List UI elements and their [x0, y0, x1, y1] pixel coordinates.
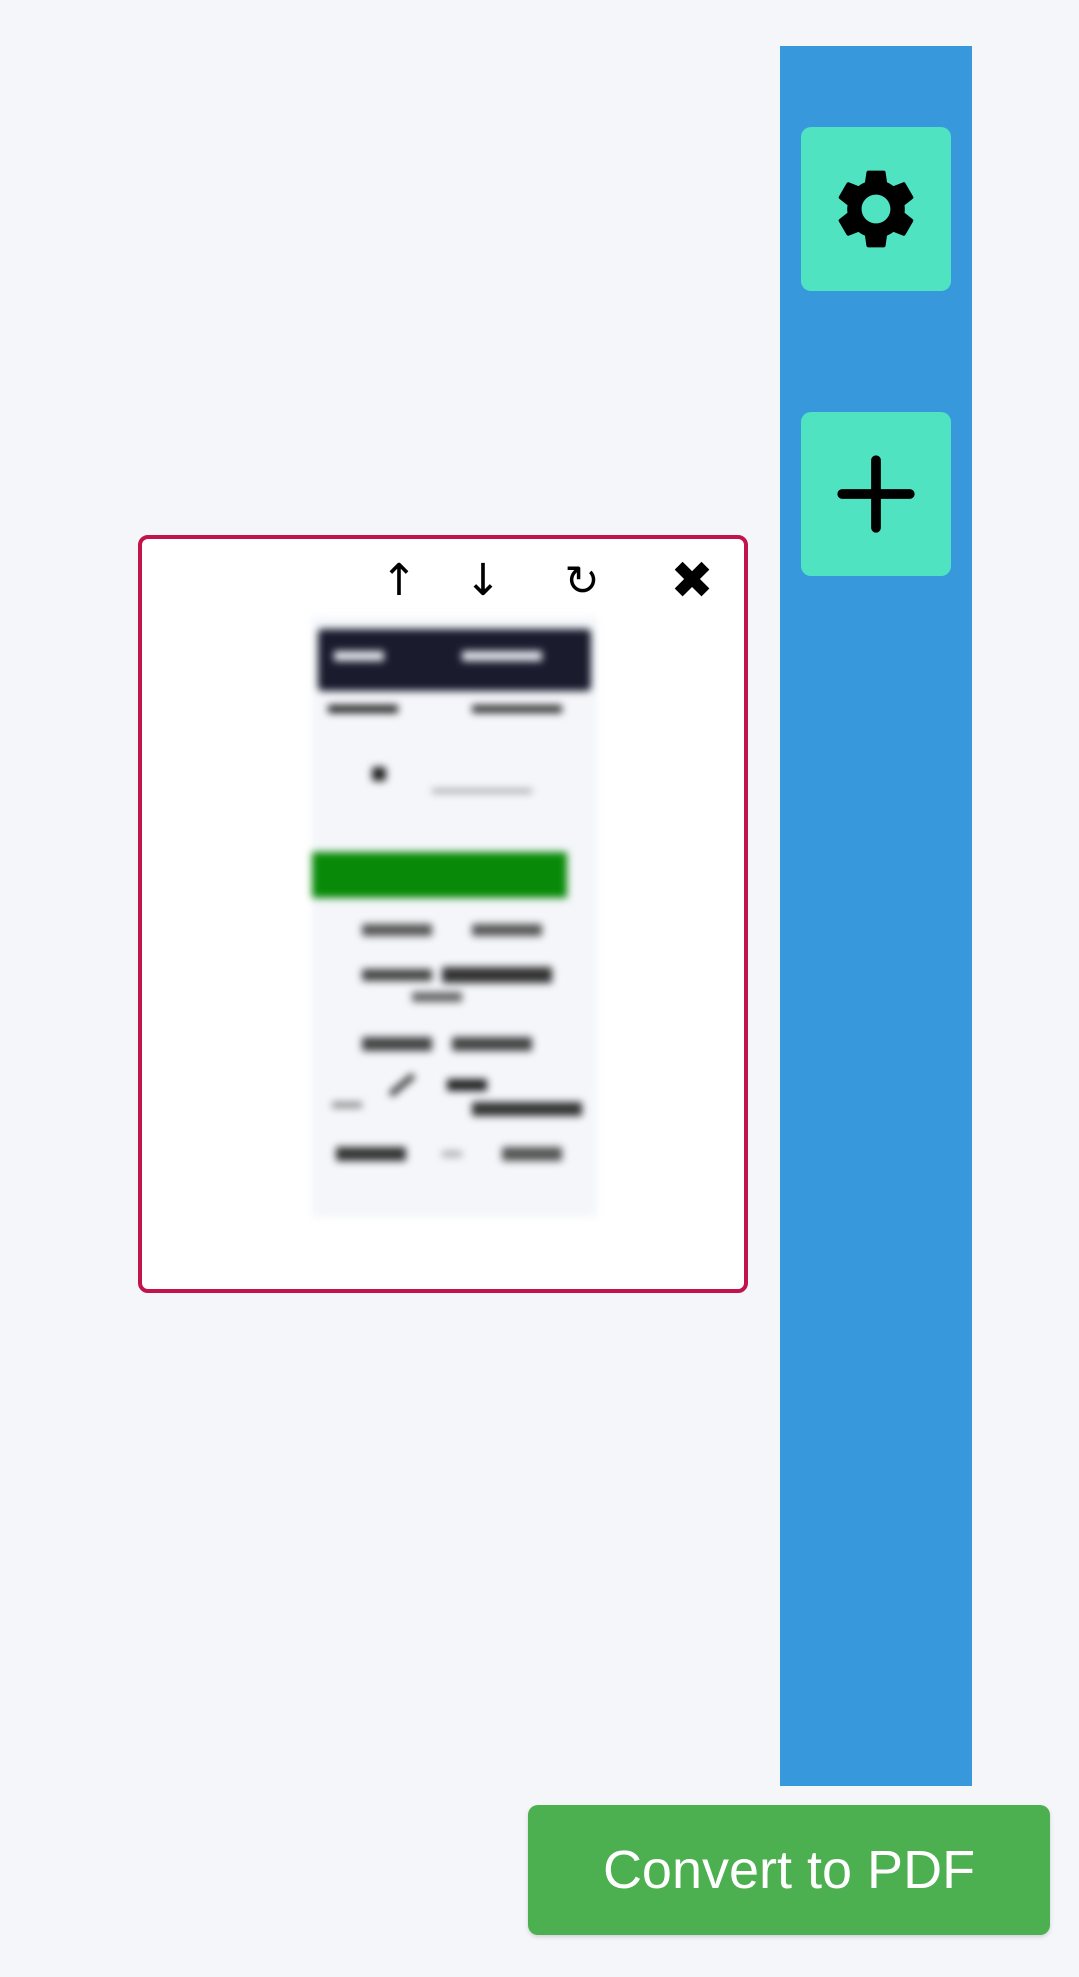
move-up-button[interactable]: ↑: [374, 553, 424, 609]
gear-icon: [838, 170, 914, 248]
page-card[interactable]: ↑ ↓ ↻ ✖: [138, 535, 748, 1293]
add-file-button[interactable]: [801, 412, 951, 576]
rotate-button[interactable]: ↻: [557, 553, 607, 609]
plus-icon: [837, 455, 915, 533]
move-down-button[interactable]: ↓: [458, 553, 508, 609]
remove-button[interactable]: ✖: [667, 553, 717, 609]
app-root: ↑ ↓ ↻ ✖ Convert to PDF: [0, 0, 1079, 1977]
settings-button[interactable]: [801, 127, 951, 291]
convert-to-pdf-button[interactable]: Convert to PDF: [528, 1805, 1050, 1935]
page-thumbnail: [312, 617, 597, 1217]
page-controls: ↑ ↓ ↻ ✖: [142, 553, 744, 609]
sidebar: [780, 46, 972, 1786]
